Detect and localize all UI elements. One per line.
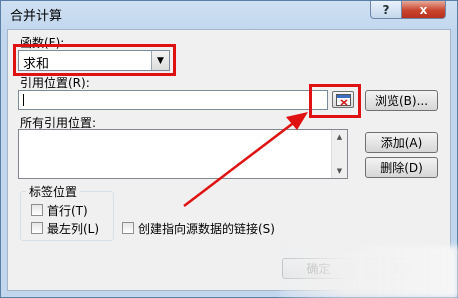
watermark-blur [280,246,458,298]
